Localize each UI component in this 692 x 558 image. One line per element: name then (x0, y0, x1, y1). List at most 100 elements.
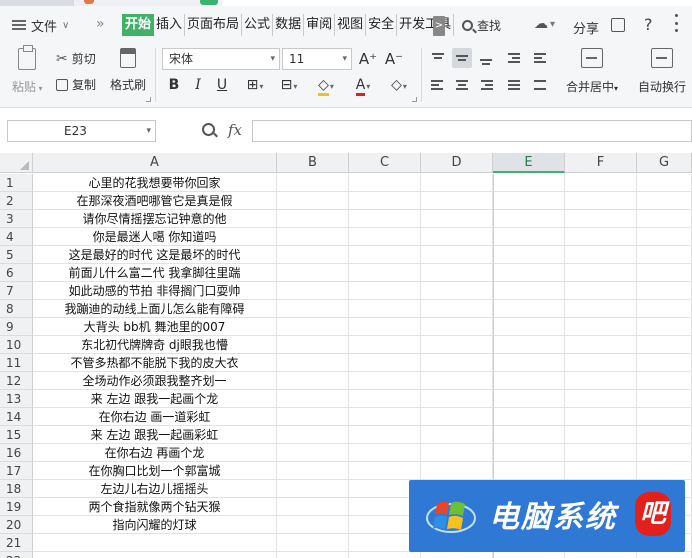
cell-a[interactable] (33, 552, 277, 558)
cell-c[interactable] (349, 336, 421, 354)
cell-b[interactable] (277, 192, 349, 210)
cell-g[interactable] (637, 246, 692, 264)
row-header[interactable]: 11 (0, 354, 33, 372)
cell-a[interactable]: 两个食指就像两个钻天猴 (33, 498, 277, 516)
cell-d[interactable] (421, 210, 493, 228)
align-center-button[interactable] (452, 75, 472, 95)
decrease-font-size-button[interactable]: A⁻ (384, 49, 404, 69)
paste-button[interactable]: 粘贴 ▾ (12, 45, 43, 95)
cell-g[interactable] (637, 210, 692, 228)
select-all-button[interactable] (0, 153, 33, 173)
align-left-button[interactable] (428, 75, 448, 95)
cell-a[interactable]: 心里的花我想要带你回家 (33, 174, 277, 192)
cell-d[interactable] (421, 264, 493, 282)
cell-f[interactable] (565, 228, 637, 246)
cell-a[interactable]: 在你右边 再画个龙 (33, 444, 277, 462)
cell-g[interactable] (637, 336, 692, 354)
cell-a[interactable]: 大背头 bb机 舞池里的007 (33, 318, 277, 336)
cell-e[interactable] (493, 300, 565, 318)
cell-d[interactable] (421, 426, 493, 444)
cell-b[interactable] (277, 210, 349, 228)
cell-d[interactable] (421, 390, 493, 408)
row-header[interactable]: 4 (0, 228, 33, 246)
cell-c[interactable] (349, 372, 421, 390)
cell-b[interactable] (277, 480, 349, 498)
cell-e[interactable] (493, 408, 565, 426)
cell-d[interactable] (421, 174, 493, 192)
column-header-f[interactable]: F (565, 153, 637, 173)
align-bottom-button[interactable] (476, 48, 496, 68)
cell-f[interactable] (565, 282, 637, 300)
cell-style-button[interactable]: ⊟▾ (274, 75, 304, 95)
row-header[interactable]: 14 (0, 408, 33, 426)
help-button[interactable]: ? (644, 15, 653, 34)
italic-button[interactable]: I (188, 75, 208, 95)
cell-e[interactable] (493, 246, 565, 264)
tab-4[interactable]: 数据 (273, 14, 305, 36)
column-header-c[interactable]: C (349, 153, 421, 173)
merge-center-button[interactable]: 合并居中▾ (566, 48, 618, 95)
cell-g[interactable] (637, 390, 692, 408)
cell-e[interactable] (493, 174, 565, 192)
cell-f[interactable] (565, 390, 637, 408)
cell-c[interactable] (349, 408, 421, 426)
cell-b[interactable] (277, 264, 349, 282)
cell-f[interactable] (565, 372, 637, 390)
cell-e[interactable] (493, 354, 565, 372)
row-header[interactable]: 10 (0, 336, 33, 354)
cell-b[interactable] (277, 372, 349, 390)
row-header[interactable]: 20 (0, 516, 33, 534)
cell-e[interactable] (493, 444, 565, 462)
increase-indent-button[interactable] (530, 48, 550, 68)
cell-d[interactable] (421, 228, 493, 246)
cell-f[interactable] (565, 210, 637, 228)
cut-button[interactable]: ✂ 剪切 (56, 50, 96, 67)
share-button[interactable]: 分享 (573, 18, 599, 37)
cell-a[interactable]: 在那深夜酒吧哪管它是真是假 (33, 192, 277, 210)
row-header[interactable]: 6 (0, 264, 33, 282)
cell-e[interactable] (493, 552, 565, 558)
cell-c[interactable] (349, 174, 421, 192)
cell-d[interactable] (421, 246, 493, 264)
cell-g[interactable] (637, 318, 692, 336)
row-header[interactable]: 2 (0, 192, 33, 210)
copy-button[interactable]: 复制 (56, 76, 96, 93)
cell-f[interactable] (565, 354, 637, 372)
cell-c[interactable] (349, 318, 421, 336)
cell-g[interactable] (637, 372, 692, 390)
row-header[interactable]: 17 (0, 462, 33, 480)
cell-a[interactable]: 你是最迷人噶 你知道吗 (33, 228, 277, 246)
search-button[interactable]: 查找 (462, 17, 501, 34)
tab-1[interactable]: 插入 (154, 14, 186, 36)
cloud-sync-button[interactable]: ☁ ▾ (534, 16, 555, 32)
column-header-d[interactable]: D (421, 153, 493, 173)
cell-f[interactable] (565, 408, 637, 426)
cell-c[interactable] (349, 426, 421, 444)
cell-e[interactable] (493, 210, 565, 228)
cell-g[interactable] (637, 174, 692, 192)
cell-e[interactable] (493, 462, 565, 480)
tab-scroll-right-button[interactable]: > (433, 16, 445, 36)
row-header[interactable]: 16 (0, 444, 33, 462)
cell-a[interactable]: 在你右边 画一道彩虹 (33, 408, 277, 426)
cell-a[interactable]: 全场动作必须跟我整齐划一 (33, 372, 277, 390)
tab-5[interactable]: 审阅 (304, 14, 336, 36)
row-header[interactable]: 8 (0, 300, 33, 318)
cell-d[interactable] (421, 372, 493, 390)
cell-d[interactable] (421, 462, 493, 480)
row-header[interactable]: 7 (0, 282, 33, 300)
cell-d[interactable] (421, 318, 493, 336)
cell-a[interactable]: 我蹦迪的动线上面儿怎么能有障碍 (33, 300, 277, 318)
row-header[interactable]: 21 (0, 534, 33, 552)
cell-f[interactable] (565, 426, 637, 444)
cell-d[interactable] (421, 300, 493, 318)
cell-b[interactable] (277, 282, 349, 300)
export-icon[interactable] (611, 18, 625, 32)
cell-f[interactable] (565, 444, 637, 462)
cell-g[interactable] (637, 354, 692, 372)
file-menu-button[interactable]: 文件 ∨ (12, 16, 69, 35)
cell-c[interactable] (349, 246, 421, 264)
cell-f[interactable] (565, 318, 637, 336)
wrap-text-button[interactable]: 自动换行 (638, 48, 686, 95)
font-color-button[interactable]: A▾ (348, 75, 378, 96)
